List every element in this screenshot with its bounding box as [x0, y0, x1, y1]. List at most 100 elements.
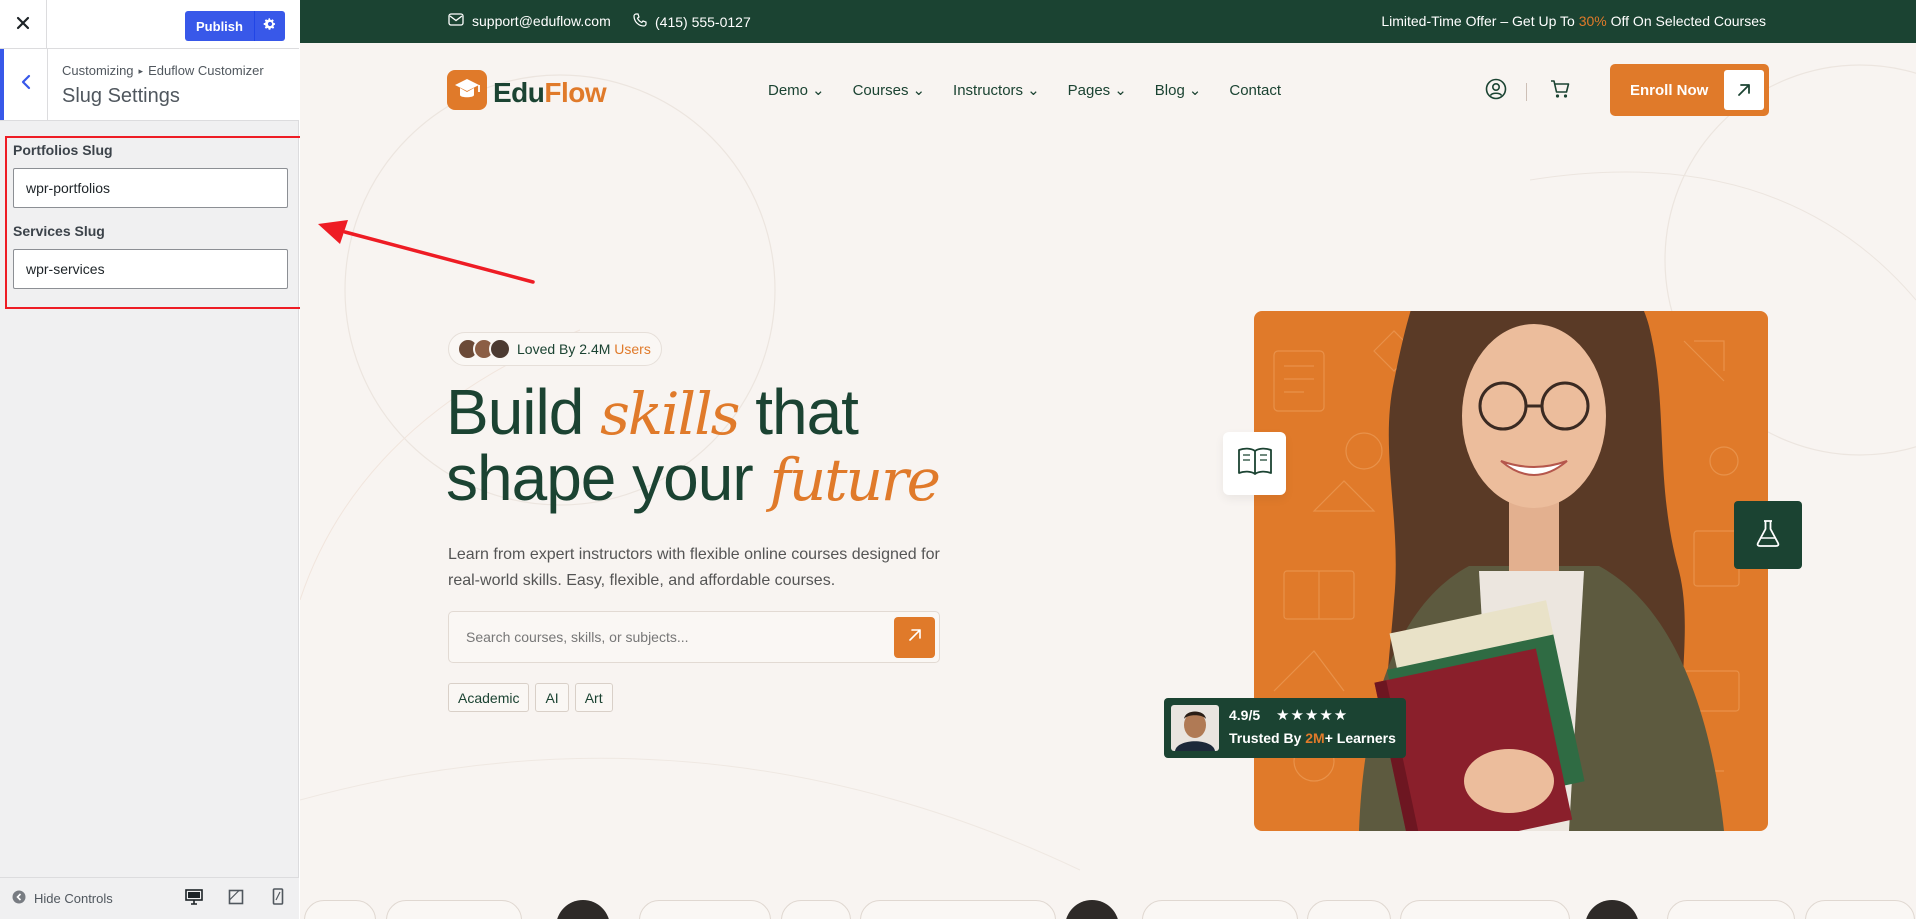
- open-book-badge: [1223, 432, 1286, 495]
- star-rating-icon: ★★★★★: [1276, 707, 1349, 724]
- account-button[interactable]: [1485, 78, 1507, 105]
- menu-item-contact[interactable]: Contact: [1229, 81, 1281, 99]
- desktop-icon: [185, 888, 203, 910]
- main-navbar: EduFlow Demo ⌄ Courses ⌄ Instructors ⌄ Page…: [300, 43, 1916, 133]
- tag-academic[interactable]: Academic: [448, 683, 530, 712]
- breadcrumb-separator-icon: ▸: [138, 66, 144, 76]
- menu-item-demo[interactable]: Demo ⌄: [768, 81, 825, 100]
- mobile-icon: [272, 888, 284, 910]
- phone-icon: [633, 13, 647, 30]
- publish-button-group: Publish: [185, 11, 285, 41]
- cart-button[interactable]: [1549, 78, 1571, 105]
- services-slug-label: Services Slug: [13, 223, 105, 239]
- email-link[interactable]: support@eduflow.com: [448, 13, 611, 29]
- flask-icon: [1755, 519, 1781, 552]
- avatar: [1065, 900, 1119, 919]
- preview-mobile-button[interactable]: [267, 888, 289, 910]
- customizer-sidebar: Publish Customizing ▸ Eduflow Customizer S…: [0, 0, 302, 919]
- course-search-input[interactable]: [449, 612, 889, 662]
- section-header: Customizing ▸ Eduflow Customizer Slug Sett…: [0, 49, 299, 121]
- phone-text: (415) 555-0127: [655, 13, 751, 30]
- offer-banner: Limited-Time Offer – Get Up To 30% Off O…: [1381, 13, 1766, 29]
- chevron-down-icon: ⌄: [1027, 82, 1040, 99]
- main-menu: Demo ⌄ Courses ⌄ Instructors ⌄ Pages ⌄ Blog ⌄…: [768, 81, 1281, 100]
- chevron-down-icon: ⌄: [812, 82, 825, 99]
- site-logo[interactable]: EduFlow: [447, 70, 607, 115]
- menu-item-courses[interactable]: Courses ⌄: [853, 81, 926, 100]
- breadcrumb-child: Eduflow Customizer: [148, 63, 264, 78]
- close-icon: [16, 13, 30, 36]
- chevron-down-icon: ⌄: [1114, 82, 1127, 99]
- user-avatars: [457, 338, 511, 360]
- list-item: [639, 900, 771, 919]
- hero-headline: Build skills that shape your future: [446, 376, 941, 514]
- phone-link[interactable]: (415) 555-0127: [633, 13, 751, 30]
- preview-tablet-button[interactable]: [225, 888, 247, 910]
- mail-icon: [448, 13, 464, 29]
- course-search-form: [448, 611, 940, 663]
- open-book-icon: [1237, 446, 1273, 481]
- rating-card: 4.9/5 ★★★★★ Trusted By 2M+ Learners: [1164, 698, 1406, 758]
- portfolios-slug-label: Portfolios Slug: [13, 142, 113, 158]
- breadcrumb: Customizing ▸ Eduflow Customizer: [62, 63, 264, 78]
- list-item: [304, 900, 376, 919]
- portfolios-slug-input[interactable]: [13, 168, 288, 208]
- publish-button[interactable]: Publish: [185, 11, 255, 41]
- menu-item-pages[interactable]: Pages ⌄: [1068, 81, 1127, 100]
- list-item: [1142, 900, 1298, 919]
- arrow-up-right-icon: [1724, 70, 1764, 110]
- graduation-cap-logo-icon: [447, 70, 487, 115]
- loved-by-text: Loved By 2.4M Users: [517, 341, 651, 357]
- category-tags: Academic AI Art: [448, 683, 613, 712]
- breadcrumb-root: Customizing: [62, 63, 134, 78]
- customizer-header: Publish: [0, 0, 299, 49]
- hero-description: Learn from expert instructors with flexi…: [448, 546, 940, 589]
- slug-fields-highlight-box: Portfolios Slug Services Slug: [5, 136, 302, 309]
- services-slug-input[interactable]: [13, 249, 288, 289]
- close-customizer-button[interactable]: [0, 0, 47, 48]
- avatar: [1171, 705, 1219, 751]
- offer-prefix: Limited-Time Offer – Get Up To: [1381, 13, 1579, 29]
- list-item: [781, 900, 851, 919]
- hide-controls-label: Hide Controls: [34, 891, 113, 906]
- tag-art[interactable]: Art: [574, 683, 613, 712]
- list-item: [1400, 900, 1570, 919]
- menu-item-instructors[interactable]: Instructors ⌄: [953, 81, 1040, 100]
- section-title: Slug Settings: [62, 85, 180, 107]
- hide-controls-button[interactable]: Hide Controls: [12, 890, 113, 907]
- avatar: [1585, 900, 1639, 919]
- loved-by-badge: Loved By 2.4M Users: [448, 332, 662, 366]
- list-item: [386, 900, 522, 919]
- customizer-footer: Hide Controls: [0, 877, 299, 919]
- site-preview: support@eduflow.com (415) 555-0127 Limit…: [300, 0, 1916, 919]
- menu-item-blog[interactable]: Blog ⌄: [1155, 81, 1202, 100]
- offer-highlight: 30%: [1578, 13, 1607, 29]
- science-flask-badge: [1734, 501, 1802, 569]
- tablet-icon: [228, 889, 244, 910]
- list-item: [1667, 900, 1795, 919]
- search-submit-button[interactable]: [894, 617, 935, 658]
- preview-desktop-button[interactable]: [183, 888, 205, 910]
- user-icon: [1485, 78, 1507, 104]
- top-info-bar: support@eduflow.com (415) 555-0127 Limit…: [300, 0, 1916, 43]
- rating-score: 4.9/5: [1229, 707, 1261, 723]
- cart-icon: [1549, 80, 1571, 104]
- list-item: [1805, 900, 1915, 919]
- collapse-icon: [12, 890, 26, 907]
- avatar: [556, 900, 610, 919]
- list-item: [860, 900, 1056, 919]
- publish-settings-button[interactable]: [255, 11, 285, 41]
- list-item: [1307, 900, 1391, 919]
- chevron-down-icon: ⌄: [1188, 82, 1202, 99]
- enroll-now-button[interactable]: Enroll Now: [1610, 64, 1769, 116]
- tag-ai[interactable]: AI: [535, 683, 569, 712]
- email-text: support@eduflow.com: [472, 13, 611, 29]
- next-section-preview: [300, 900, 1916, 919]
- offer-suffix: Off On Selected Courses: [1606, 13, 1766, 29]
- back-button[interactable]: [0, 49, 48, 120]
- nav-divider: [1526, 83, 1527, 101]
- chevron-left-icon: [21, 74, 31, 95]
- arrow-up-right-icon: [908, 628, 922, 647]
- enroll-now-label: Enroll Now: [1630, 81, 1709, 99]
- chevron-down-icon: ⌄: [912, 82, 926, 99]
